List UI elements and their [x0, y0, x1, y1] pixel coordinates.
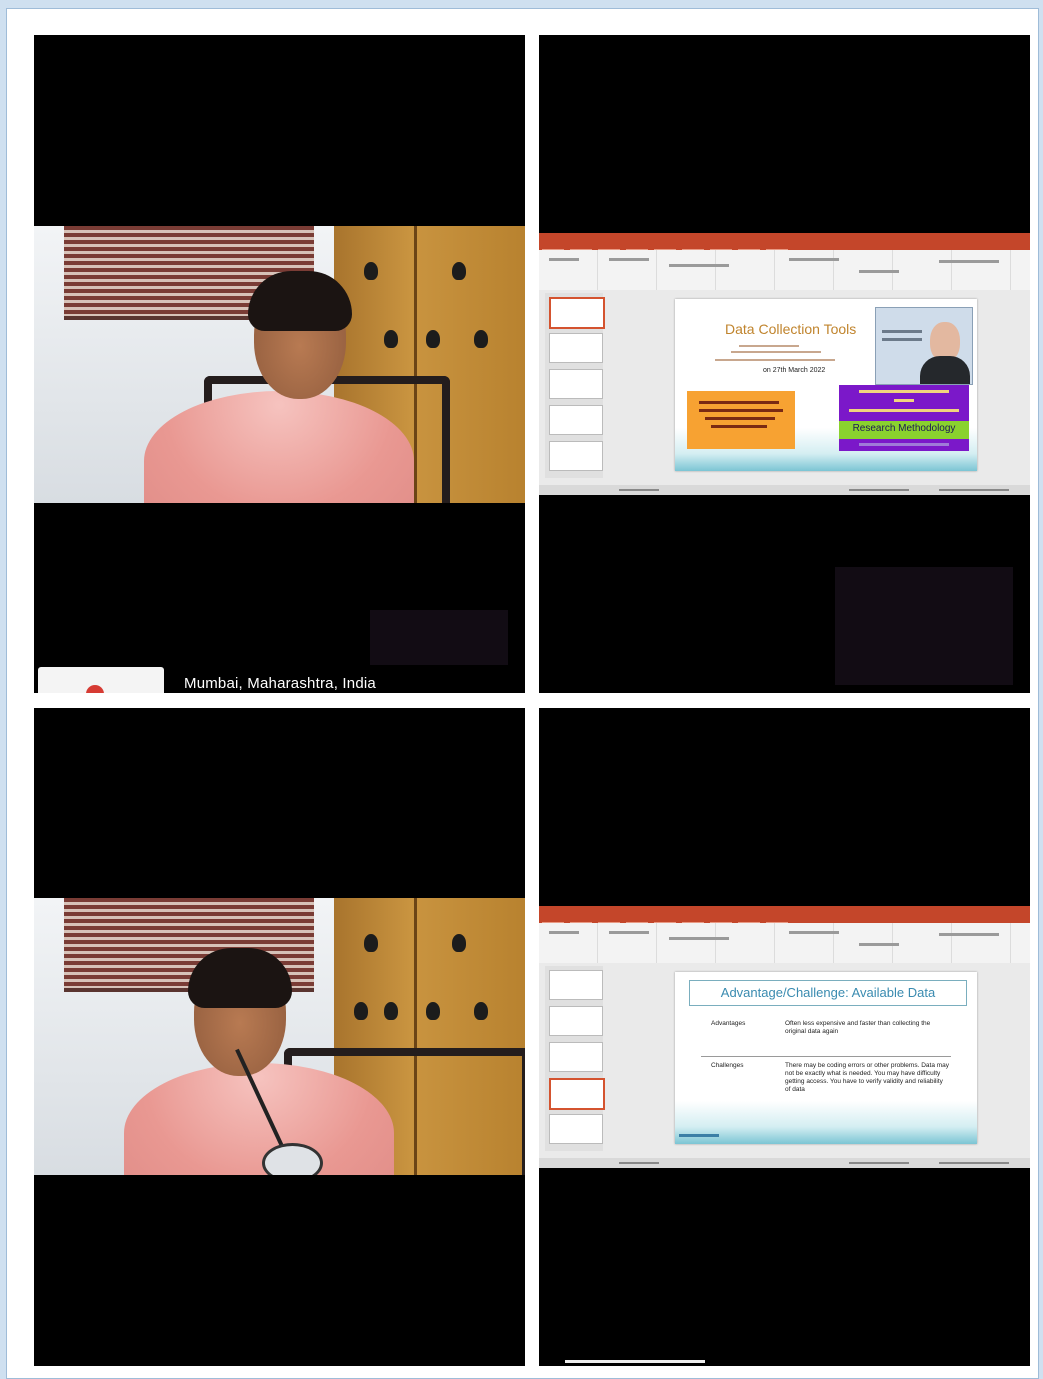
slide-thumbnail[interactable]	[549, 441, 603, 471]
quote-box	[687, 391, 795, 449]
ppt-ribbon-tabs	[539, 915, 1030, 926]
slide-thumbnail[interactable]	[549, 405, 603, 435]
ppt-ribbon	[539, 923, 1030, 963]
ppt-ribbon	[539, 250, 1030, 290]
slide-thumbnail[interactable]	[549, 369, 603, 399]
location-label: Mumbai, Maharashtra, India	[184, 675, 376, 692]
ppt-titlebar	[539, 906, 1030, 915]
workshop-topic: Research Methodology	[852, 423, 956, 434]
self-view-thumbnail[interactable]	[835, 567, 1013, 685]
slide-thumbnail[interactable]	[549, 1006, 603, 1036]
participant-card[interactable]	[38, 667, 164, 693]
powerpoint-window: Advantage/Challenge: Available Data Adva…	[539, 906, 1030, 1168]
slide-thumbnail[interactable]	[549, 297, 605, 329]
ppt-ribbon-tabs	[539, 242, 1030, 253]
row-label: Challenges	[711, 1062, 744, 1069]
slide-thumbnail[interactable]	[549, 1114, 603, 1144]
speaker-photo	[875, 307, 973, 385]
row-label: Advantages	[711, 1020, 746, 1027]
slide-thumbnail[interactable]	[549, 1042, 603, 1072]
current-slide: Advantage/Challenge: Available Data Adva…	[675, 972, 977, 1144]
video-tile-participant-top[interactable]: Mumbai, Maharashtra, India	[34, 35, 525, 693]
ppt-statusbar	[539, 485, 1030, 495]
slide-thumbnail[interactable]	[549, 1078, 605, 1110]
ppt-statusbar	[539, 1158, 1030, 1168]
self-view-thumbnail[interactable]	[370, 610, 508, 665]
camera-feed	[34, 898, 525, 1175]
slide-title: Data Collection Tools	[725, 321, 857, 337]
ppt-titlebar	[539, 233, 1030, 242]
slide-thumbnails-panel	[545, 293, 605, 478]
record-dot-icon	[86, 685, 104, 693]
row-text: Often less expensive and faster than col…	[785, 1020, 931, 1035]
current-slide: Data Collection Tools on 27th March 2022…	[675, 299, 977, 471]
slide-thumbnails-panel	[545, 966, 605, 1151]
workshop-banner: Research Methodology	[839, 385, 969, 451]
powerpoint-window: Data Collection Tools on 27th March 2022…	[539, 233, 1030, 495]
slide-thumbnail[interactable]	[549, 970, 603, 1000]
home-indicator	[565, 1360, 705, 1363]
row-text: There may be coding errors or other prob…	[785, 1062, 950, 1093]
camera-feed	[34, 226, 525, 503]
slide-title: Advantage/Challenge: Available Data	[689, 980, 967, 1006]
video-tile-participant-bottom[interactable]	[34, 708, 525, 1366]
video-tile-screen-share-top[interactable]: Data Collection Tools on 27th March 2022…	[539, 35, 1030, 693]
video-tile-screen-share-bottom[interactable]: Advantage/Challenge: Available Data Adva…	[539, 708, 1030, 1366]
slide-thumbnail[interactable]	[549, 333, 603, 363]
slide-date: on 27th March 2022	[763, 367, 826, 374]
